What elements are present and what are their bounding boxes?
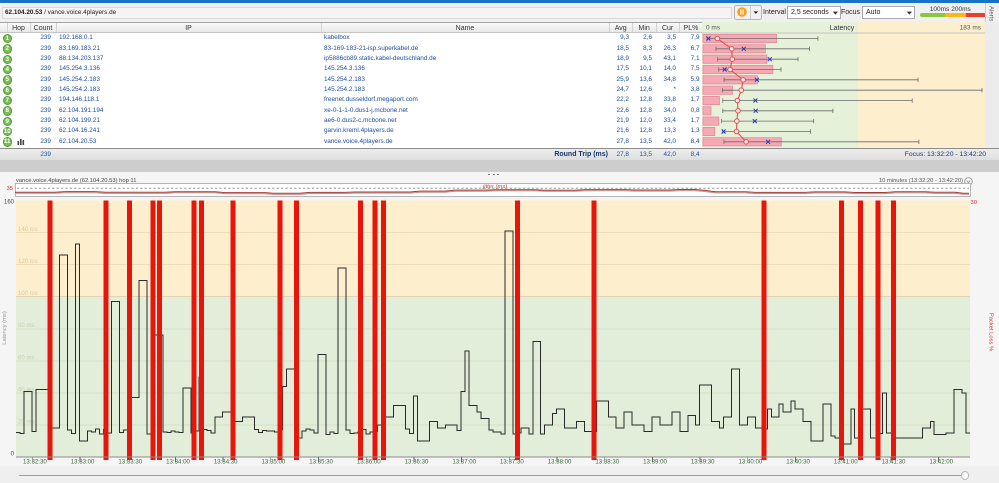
- svg-text:13:36:00: 13:36:00: [357, 459, 381, 466]
- svg-text:13:39:30: 13:39:30: [691, 459, 715, 466]
- svg-text:13:37:00: 13:37:00: [452, 459, 476, 466]
- svg-text:13:35:30: 13:35:30: [309, 459, 333, 466]
- svg-text:13:39:00: 13:39:00: [643, 459, 667, 466]
- svg-text:140 ms: 140 ms: [18, 227, 38, 233]
- svg-text:13:33:00: 13:33:00: [71, 459, 95, 466]
- svg-text:13:38:30: 13:38:30: [595, 459, 619, 466]
- svg-text:13:40:00: 13:40:00: [739, 459, 763, 466]
- svg-text:13:33:30: 13:33:30: [118, 459, 142, 466]
- svg-text:Packet Loss %: Packet Loss %: [988, 313, 994, 351]
- svg-text:80 ms: 80 ms: [18, 323, 34, 329]
- svg-text:13:42:00: 13:42:00: [929, 459, 953, 466]
- svg-text:100 ms: 100 ms: [18, 291, 38, 297]
- svg-text:13:37:30: 13:37:30: [500, 459, 524, 466]
- svg-text:30: 30: [971, 200, 977, 206]
- svg-text:13:34:00: 13:34:00: [166, 459, 190, 466]
- svg-text:13:41:30: 13:41:30: [882, 459, 906, 466]
- svg-text:13:34:30: 13:34:30: [214, 459, 238, 466]
- svg-text:13:35:00: 13:35:00: [262, 459, 286, 466]
- svg-text:13:36:30: 13:36:30: [405, 459, 429, 466]
- svg-text:160: 160: [4, 200, 15, 206]
- svg-text:120 ms: 120 ms: [18, 259, 38, 265]
- svg-text:Latency (ms): Latency (ms): [2, 311, 8, 345]
- svg-text:13:40:30: 13:40:30: [786, 459, 810, 466]
- svg-text:13:41:00: 13:41:00: [834, 459, 858, 466]
- svg-text:13:32:30: 13:32:30: [23, 459, 47, 466]
- svg-text:60 ms: 60 ms: [18, 355, 34, 361]
- svg-text:0: 0: [11, 452, 15, 458]
- svg-text:13:38:00: 13:38:00: [548, 459, 572, 466]
